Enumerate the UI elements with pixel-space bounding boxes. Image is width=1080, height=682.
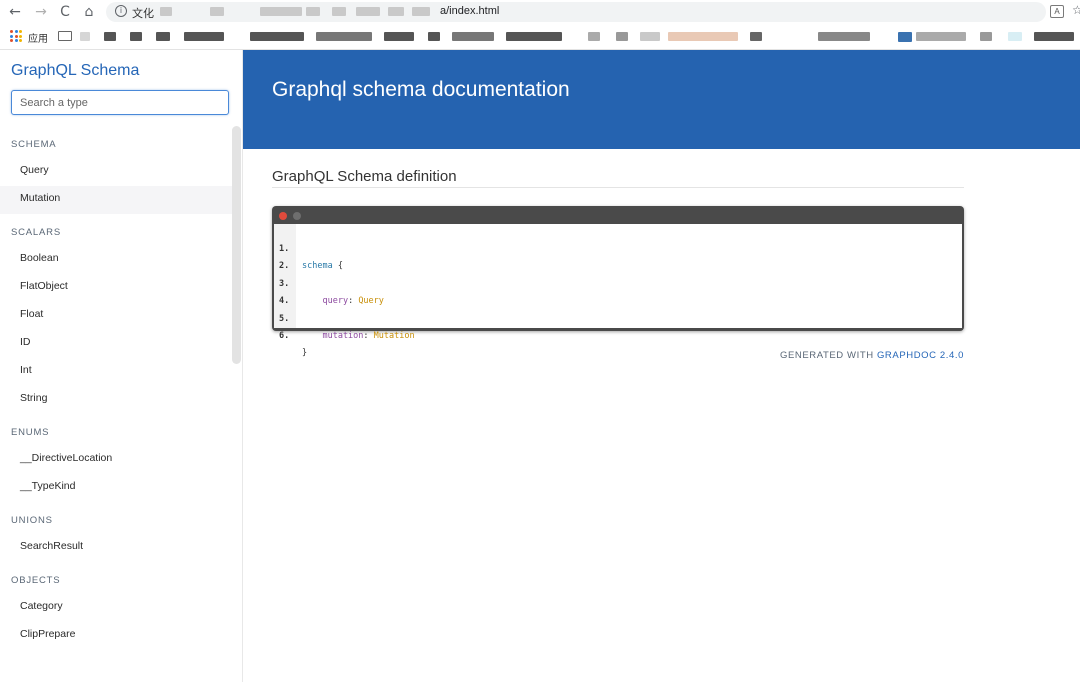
home-icon[interactable]: ⌂ (80, 3, 98, 21)
generated-prefix: GENERATED WITH (779, 350, 874, 361)
address-label: 文化 (132, 7, 154, 20)
code-type-link[interactable]: Query (358, 296, 384, 306)
redacted-url-part (306, 7, 320, 16)
section-title-scalars: SCALARS (11, 227, 61, 238)
code-keyword: schema (302, 261, 333, 271)
translate-icon[interactable]: A (1050, 5, 1064, 18)
code-field: mutation (302, 331, 364, 341)
browser-toolbar: ← → C ⌂ i 文化 a/index.html A ☆ (0, 0, 1080, 24)
nav-item-clipprepare[interactable]: ClipPrepare (0, 622, 232, 650)
apps-icon[interactable] (10, 30, 22, 42)
nav-item-flatobject[interactable]: FlatObject (0, 274, 232, 302)
nav-item-directivelocation[interactable]: __DirectiveLocation (0, 446, 232, 474)
code-punct: } (302, 348, 308, 358)
browser-chrome: ← → C ⌂ i 文化 a/index.html A ☆ 应用 (0, 0, 1080, 50)
reload-icon[interactable]: C (56, 3, 74, 21)
code-line: 6. } (274, 311, 307, 358)
code-text: schema { (302, 258, 343, 275)
address-bar[interactable]: i 文化 a/index.html (106, 2, 1046, 22)
code-window: 1. schema { 2. 3. query: Query 4. 5. mut… (272, 206, 964, 358)
redacted-bookmark[interactable] (130, 32, 142, 41)
search-input[interactable] (11, 90, 229, 115)
type-navigation: SCHEMA Query Mutation SCALARS Boolean Fl… (0, 126, 232, 650)
redacted-bookmark[interactable] (184, 32, 224, 41)
nav-item-id[interactable]: ID (0, 330, 232, 358)
nav-item-boolean[interactable]: Boolean (0, 246, 232, 274)
redacted-bookmark[interactable] (452, 32, 494, 41)
nav-item-typekind[interactable]: __TypeKind (0, 474, 232, 502)
nav-item-int[interactable]: Int (0, 358, 232, 386)
redacted-bookmark[interactable] (916, 32, 966, 41)
redacted-bookmark[interactable] (640, 32, 660, 41)
redacted-bookmark[interactable] (250, 32, 304, 41)
redacted-url-part (332, 7, 346, 16)
nav-item-float[interactable]: Float (0, 302, 232, 330)
redacted-bookmark[interactable] (384, 32, 414, 41)
redacted-bookmark[interactable] (156, 32, 170, 41)
code-text: mutation: Mutation (302, 328, 415, 345)
nav-item-query[interactable]: Query (0, 158, 232, 186)
redacted-bookmark[interactable] (1008, 32, 1022, 41)
redacted-url-part (160, 7, 172, 16)
sidebar-scrollbar[interactable] (232, 126, 241, 364)
page-title: Graphql schema documentation (272, 78, 570, 101)
code-type-link[interactable]: Mutation (374, 331, 415, 341)
url-text: a/index.html (440, 5, 500, 17)
redacted-url-part (210, 7, 224, 16)
section-title-schema: SCHEMA (11, 139, 57, 150)
page-header: Graphql schema documentation (243, 50, 1080, 149)
code-line: 2. (274, 241, 305, 271)
code-field: query (302, 296, 349, 306)
redacted-bookmark[interactable] (316, 32, 372, 41)
section-title-enums: ENUMS (11, 427, 50, 438)
info-icon[interactable]: i (115, 5, 127, 17)
redacted-bookmark[interactable] (588, 32, 600, 41)
folder-icon[interactable] (58, 31, 72, 41)
graphdoc-link[interactable]: GRAPHDOC 2.4.0 (877, 350, 964, 361)
close-dot-icon (279, 212, 287, 220)
redacted-bookmark[interactable] (980, 32, 992, 41)
redacted-bookmark[interactable] (818, 32, 870, 41)
code-punct: { (332, 261, 343, 271)
section-title-objects: OBJECTS (11, 575, 61, 586)
nav-item-string[interactable]: String (0, 386, 232, 414)
section-title-unions: UNIONS (11, 515, 53, 526)
code-text: query: Query (302, 293, 384, 310)
redacted-bookmark[interactable] (506, 32, 562, 41)
code-punct: : (363, 331, 374, 341)
code-line: 4. (274, 276, 305, 306)
redacted-bookmark[interactable] (104, 32, 116, 41)
redacted-bookmark[interactable] (898, 32, 912, 42)
redacted-url-part (388, 7, 404, 16)
nav-item-searchresult[interactable]: SearchResult (0, 534, 232, 562)
bookmarks-bar: 应用 (0, 26, 1080, 48)
generated-footer: GENERATED WITH GRAPHDOC 2.4.0 (700, 350, 964, 361)
back-icon[interactable]: ← (6, 3, 24, 21)
redacted-bookmark[interactable] (668, 32, 738, 41)
redacted-url-part (356, 7, 380, 16)
redacted-url-part (412, 7, 430, 16)
minimize-dot-icon (293, 212, 301, 220)
redacted-bookmark[interactable] (750, 32, 762, 41)
nav-item-mutation[interactable]: Mutation (0, 186, 232, 214)
code-line: 1. schema { (274, 224, 343, 271)
redacted-bookmark[interactable] (428, 32, 440, 41)
code-block: 1. schema { 2. 3. query: Query 4. 5. mut… (274, 224, 962, 358)
redacted-bookmark[interactable] (1034, 32, 1074, 41)
nav-item-category[interactable]: Category (0, 594, 232, 622)
bookmark-star-icon[interactable]: ☆ (1072, 3, 1080, 17)
sidebar: GraphQL Schema SCHEMA Query Mutation SCA… (0, 50, 243, 682)
line-number: 6. (279, 331, 290, 341)
apps-bookmark[interactable]: 应用 (28, 30, 48, 45)
redacted-bookmark[interactable] (80, 32, 90, 41)
code-line: 3. query: Query (274, 259, 384, 306)
sidebar-title[interactable]: GraphQL Schema (11, 62, 139, 80)
redacted-url-part (260, 7, 302, 16)
redacted-bookmark[interactable] (616, 32, 628, 41)
section-heading: GraphQL Schema definition (272, 168, 964, 188)
forward-icon[interactable]: → (32, 3, 50, 21)
code-punct: : (348, 296, 359, 306)
code-line: 5. mutation: Mutation (274, 294, 415, 341)
